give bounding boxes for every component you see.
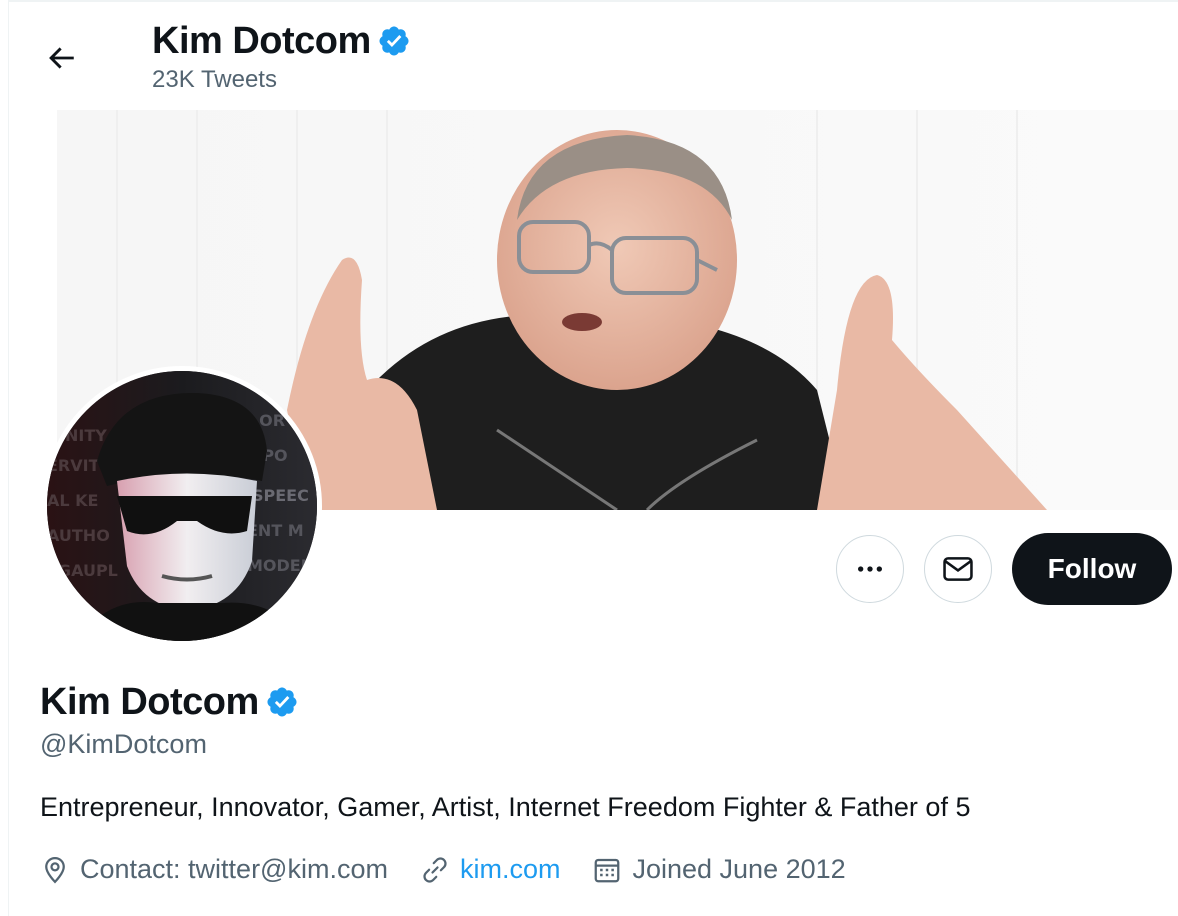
profile-avatar[interactable]: UNITY ERVITU AL KE AUTHO EGAUPL S OR OPP… bbox=[42, 366, 322, 646]
avatar-image: UNITY ERVITU AL KE AUTHO EGAUPL S OR OPP… bbox=[47, 371, 317, 641]
location-text: Contact: twitter@kim.com bbox=[80, 854, 388, 884]
follow-button[interactable]: Follow bbox=[1012, 533, 1172, 605]
back-button[interactable] bbox=[39, 36, 83, 80]
profile-name: Kim Dotcom bbox=[40, 681, 259, 723]
message-button[interactable] bbox=[924, 535, 992, 603]
profile-bio: Entrepreneur, Innovator, Gamer, Artist, … bbox=[40, 792, 971, 822]
more-button[interactable] bbox=[836, 535, 904, 603]
svg-text:AL KE: AL KE bbox=[47, 491, 98, 510]
header-name: Kim Dotcom bbox=[152, 20, 371, 62]
website-link[interactable]: kim.com bbox=[460, 854, 561, 885]
tweet-count: 23K Tweets bbox=[152, 66, 277, 93]
calendar-icon bbox=[595, 858, 620, 882]
svg-text:SPEEC: SPEEC bbox=[252, 486, 309, 505]
profile-meta: Contact: twitter@kim.com kim.com Joined … bbox=[40, 854, 878, 885]
profile-name-row: Kim Dotcom bbox=[40, 677, 299, 727]
arrow-left-icon bbox=[49, 47, 74, 69]
joined-text: Joined June 2012 bbox=[632, 854, 846, 884]
mail-icon bbox=[943, 557, 973, 581]
more-icon bbox=[858, 566, 882, 572]
joined-item: Joined June 2012 bbox=[592, 854, 846, 885]
header-title: Kim Dotcom bbox=[152, 16, 411, 66]
svg-text:AUTHO: AUTHO bbox=[47, 526, 110, 545]
location-item: Contact: twitter@kim.com bbox=[40, 854, 388, 885]
svg-text:MODEL: MODEL bbox=[247, 556, 311, 575]
link-icon bbox=[423, 856, 447, 883]
location-icon bbox=[45, 856, 65, 883]
verified-badge-icon bbox=[265, 685, 299, 719]
profile-handle: @KimDotcom bbox=[40, 729, 207, 759]
svg-text:EGAUPL: EGAUPL bbox=[47, 561, 118, 580]
profile-page: Kim Dotcom 23K Tweets UNITY ERVITU AL KE… bbox=[8, 0, 1178, 916]
svg-text:ENT M: ENT M bbox=[247, 521, 304, 540]
website-item[interactable]: kim.com bbox=[420, 854, 561, 885]
verified-badge-icon bbox=[377, 24, 411, 58]
